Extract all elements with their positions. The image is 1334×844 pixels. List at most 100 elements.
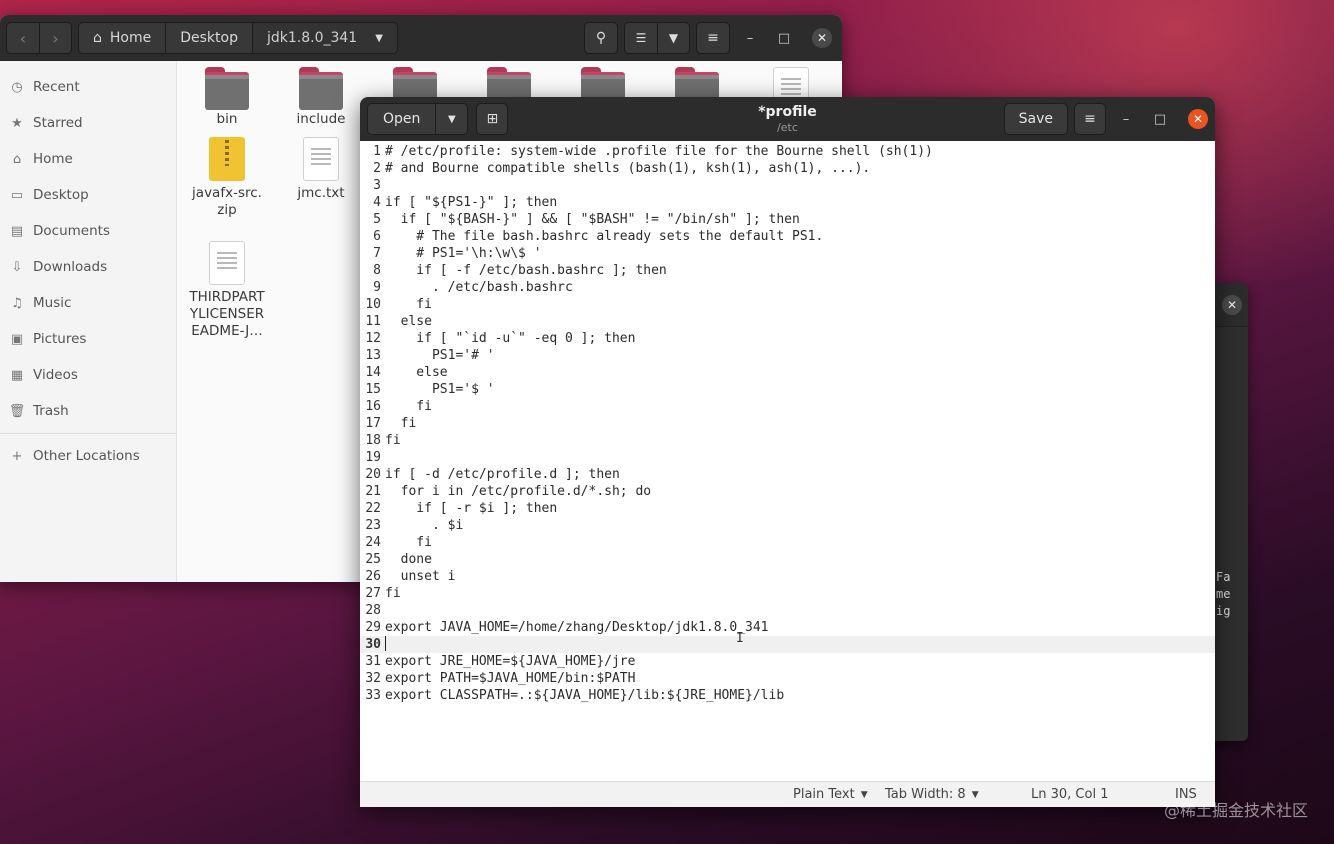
list-view-button[interactable]: ☰: [625, 23, 657, 53]
code-line[interactable]: 12 if [ "`id -u`" -eq 0 ]; then: [360, 330, 1215, 347]
maximize-button[interactable]: □: [1146, 105, 1174, 133]
line-text: else: [385, 314, 432, 329]
line-text: if [ -f /etc/bash.bashrc ]; then: [385, 263, 667, 278]
sidebar-divider: [0, 433, 176, 434]
line-text: if [ "${BASH-}" ] && [ "$BASH" != "/bin/…: [385, 212, 800, 227]
line-text: done: [385, 552, 432, 567]
line-number: 11: [365, 314, 381, 329]
code-line[interactable]: 3: [360, 177, 1215, 194]
breadcrumb-desktop[interactable]: Desktop: [165, 23, 252, 53]
line-text: fi: [385, 433, 401, 448]
sidebar-item-label: Videos: [33, 367, 78, 383]
line-text: fi: [385, 535, 432, 550]
sidebar-item-trash[interactable]: 🗑 Trash: [0, 393, 176, 429]
tab-width-selector[interactable]: Tab Width: 8 ▼: [885, 787, 979, 802]
close-button[interactable]: ✕: [1188, 109, 1208, 129]
line-text: # /etc/profile: system-wide .profile fil…: [385, 144, 933, 159]
cursor-position[interactable]: Ln 30, Col 1: [1031, 787, 1108, 802]
sidebar-item-documents[interactable]: ▤ Documents: [0, 213, 176, 249]
main-menu-button[interactable]: ≡: [696, 22, 730, 54]
sidebar-item-videos[interactable]: ▦ Videos: [0, 357, 176, 393]
line-text: export PATH=$JAVA_HOME/bin:$PATH: [385, 671, 636, 686]
code-line[interactable]: 32 export PATH=$JAVA_HOME/bin:$PATH: [360, 670, 1215, 687]
view-options-button[interactable]: ▼: [657, 23, 689, 53]
sidebar-item-recent[interactable]: ◷ Recent: [0, 69, 176, 105]
sidebar-item-other-locations[interactable]: + Other Locations: [0, 438, 176, 474]
search-button[interactable]: ⚲: [584, 22, 618, 54]
code-line[interactable]: 22 if [ -r $i ]; then: [360, 500, 1215, 517]
code-line[interactable]: 29 export JAVA_HOME=/home/zhang/Desktop/j…: [360, 619, 1215, 636]
maximize-button[interactable]: □: [770, 24, 798, 52]
code-line[interactable]: 2 # and Bourne compatible shells (bash(1)…: [360, 160, 1215, 177]
line-text: fi: [385, 586, 401, 601]
code-line[interactable]: 21 for i in /etc/profile.d/*.sh; do: [360, 483, 1215, 500]
text-editor-area[interactable]: 1 # /etc/profile: system-wide .profile fi…: [360, 141, 1215, 781]
file-item-javafx-src-zip[interactable]: javafx-src. zip: [181, 137, 273, 219]
code-line[interactable]: 4 if [ "${PS1-}" ]; then: [360, 194, 1215, 211]
code-line[interactable]: 10 fi: [360, 296, 1215, 313]
watermark: @稀土掘金技术社区: [1163, 801, 1308, 820]
code-line[interactable]: 24 fi: [360, 534, 1215, 551]
line-number: 2: [373, 161, 381, 176]
code-line[interactable]: 23 . $i: [360, 517, 1215, 534]
file-item-thirdparty-license[interactable]: THIRDPART YLICENSER EADME-J…: [181, 241, 273, 340]
code-line[interactable]: 20 if [ -d /etc/profile.d ]; then: [360, 466, 1215, 483]
editor-menu-button[interactable]: ≡: [1074, 103, 1106, 135]
chevron-down-icon: ▼: [375, 32, 383, 44]
sidebar-item-music[interactable]: ♫ Music: [0, 285, 176, 321]
text-file-icon: [209, 241, 245, 285]
minimize-button[interactable]: –: [1112, 105, 1140, 133]
code-line[interactable]: 17 fi: [360, 415, 1215, 432]
close-button[interactable]: ✕: [812, 28, 832, 48]
line-number: 22: [365, 501, 381, 516]
back-button[interactable]: ‹: [7, 23, 39, 53]
sidebar-item-downloads[interactable]: ⇩ Downloads: [0, 249, 176, 285]
language-selector[interactable]: Plain Text ▼: [793, 787, 868, 802]
code-line[interactable]: 33 export CLASSPATH=.:${JAVA_HOME}/lib:${…: [360, 687, 1215, 704]
sidebar-item-desktop[interactable]: ▭ Desktop: [0, 177, 176, 213]
new-tab-button[interactable]: ⊞: [476, 103, 509, 135]
close-button[interactable]: ✕: [1222, 294, 1242, 315]
sidebar-item-pictures[interactable]: ▣ Pictures: [0, 321, 176, 357]
code-line[interactable]: 7 # PS1='\h:\w\$ ': [360, 245, 1215, 262]
sidebar-item-home[interactable]: ⌂ Home: [0, 141, 176, 177]
code-line-current[interactable]: 30: [360, 636, 1215, 653]
file-item-bin[interactable]: bin: [181, 67, 273, 128]
code-line[interactable]: 26 unset i: [360, 568, 1215, 585]
line-number: 16: [365, 399, 381, 414]
clock-icon: ◷: [11, 79, 23, 95]
code-line[interactable]: 15 PS1='$ ': [360, 381, 1215, 398]
code-line[interactable]: 19: [360, 449, 1215, 466]
code-line[interactable]: 1 # /etc/profile: system-wide .profile fi…: [360, 143, 1215, 160]
save-button[interactable]: Save: [1003, 103, 1068, 135]
code-line[interactable]: 8 if [ -f /etc/bash.bashrc ]; then: [360, 262, 1215, 279]
code-line[interactable]: 25 done: [360, 551, 1215, 568]
code-line[interactable]: 28: [360, 602, 1215, 619]
open-recent-dropdown[interactable]: ▼: [435, 104, 468, 134]
nav-buttons: ‹ ›: [6, 22, 72, 54]
breadcrumb-home[interactable]: ⌂ Home: [79, 23, 166, 53]
code-line[interactable]: 6 # The file bash.bashrc already sets th…: [360, 228, 1215, 245]
file-item-include[interactable]: include: [275, 67, 367, 128]
line-number: 3: [373, 178, 381, 193]
file-item-jmc-txt[interactable]: jmc.txt: [275, 137, 367, 202]
minimize-button[interactable]: –: [736, 24, 764, 52]
breadcrumb-current[interactable]: jdk1.8.0_341 ▼: [251, 23, 397, 53]
code-line[interactable]: 27 fi: [360, 585, 1215, 602]
code-line[interactable]: 9 . /etc/bash.bashrc: [360, 279, 1215, 296]
line-number: 8: [373, 263, 381, 278]
line-number: 9: [373, 280, 381, 295]
sidebar-item-label: Other Locations: [33, 448, 140, 464]
code-line[interactable]: 16 fi: [360, 398, 1215, 415]
forward-button[interactable]: ›: [39, 23, 71, 53]
code-line[interactable]: 11 else: [360, 313, 1215, 330]
code-line[interactable]: 5 if [ "${BASH-}" ] && [ "$BASH" != "/bi…: [360, 211, 1215, 228]
code-line[interactable]: 14 else: [360, 364, 1215, 381]
sidebar-item-label: Downloads: [33, 259, 108, 275]
code-line[interactable]: 31 export JRE_HOME=${JAVA_HOME}/jre: [360, 653, 1215, 670]
sidebar-item-starred[interactable]: ★ Starred: [0, 105, 176, 141]
code-line[interactable]: 13 PS1='# ': [360, 347, 1215, 364]
code-line[interactable]: 18 fi: [360, 432, 1215, 449]
open-button[interactable]: Open: [368, 104, 436, 134]
editor-headerbar: Open ▼ ⊞ *profile /etc Save ≡ – □ ✕: [360, 97, 1215, 141]
